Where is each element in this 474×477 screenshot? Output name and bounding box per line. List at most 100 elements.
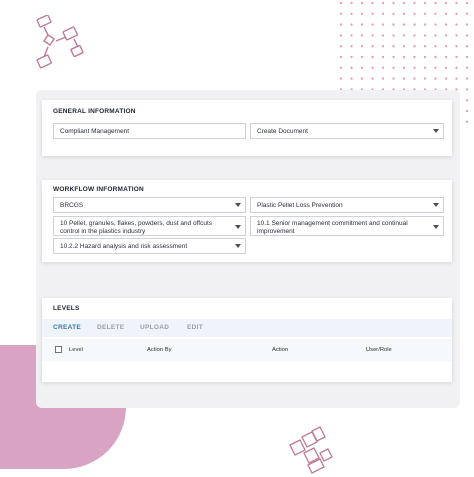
decor-dot [434, 45, 437, 48]
decor-dot [392, 66, 395, 70]
decor-dot [339, 23, 343, 26]
workflow-information-title: WORKFLOW INFORMATION [53, 186, 144, 193]
decor-dot [465, 45, 469, 48]
decor-dot [381, 45, 385, 48]
decor-dot [371, 12, 374, 15]
decor-dot [392, 45, 395, 48]
decor-dot [413, 23, 416, 26]
section-select[interactable]: 10 Pellet, granules, flakes, powders, du… [53, 216, 246, 236]
program-select[interactable]: Plastic Pellet Loss Prevention [250, 197, 444, 213]
decor-dot [339, 66, 343, 70]
subclause-select[interactable]: 10.2.2 Hazard analysis and risk assessme… [53, 238, 246, 254]
decor-dot [444, 34, 448, 37]
decor-dot [434, 77, 437, 80]
decor-dot [381, 55, 385, 59]
chevron-down-icon [235, 203, 241, 207]
decor-dot [413, 1, 416, 5]
decor-dot [465, 23, 469, 26]
decor-dot [350, 12, 353, 15]
decor-dot [455, 34, 458, 37]
decor-dot [371, 45, 374, 48]
compliant-management-field[interactable]: Compliant Management [53, 123, 246, 139]
workflow-information-section: WORKFLOW INFORMATION BRCGS Plastic Pelle… [42, 180, 452, 262]
decor-dot [339, 34, 343, 37]
decor-dot [360, 12, 364, 15]
decor-dot [392, 55, 395, 59]
decor-dot [350, 23, 353, 26]
decor-dot [434, 12, 437, 15]
decor-dot [423, 12, 427, 15]
decor-dot [402, 55, 406, 59]
decor-dot [381, 12, 385, 15]
column-user-role: User/Role [366, 347, 392, 353]
flowchart-icon [36, 15, 84, 69]
decor-dot [444, 23, 448, 26]
section-value: 10 Pellet, granules, flakes, powders, du… [60, 220, 212, 235]
decor-dot [465, 66, 469, 70]
decor-dot [339, 55, 343, 59]
decor-dot [465, 109, 469, 113]
decor-dot [413, 12, 416, 15]
decor-dot [392, 12, 395, 15]
decor-dot [413, 34, 416, 37]
chevron-down-icon [235, 225, 241, 229]
decor-dot [392, 34, 395, 37]
decor-dot [392, 77, 395, 80]
decor-dot [465, 99, 469, 102]
compliant-management-value: Compliant Management [60, 128, 130, 135]
decor-dot [465, 12, 469, 15]
general-information-title: GENERAL INFORMATION [53, 108, 136, 115]
decor-dot [423, 77, 427, 80]
decor-dot [360, 1, 364, 5]
select-all-checkbox[interactable] [55, 346, 62, 353]
decor-dot [360, 23, 364, 26]
decor-dot [371, 77, 374, 80]
decor-dot [455, 45, 458, 48]
decor-dot [423, 1, 427, 5]
decor-dot [423, 66, 427, 70]
decor-dot [413, 45, 416, 48]
decor-dot [434, 23, 437, 26]
upload-button[interactable]: UPLOAD [140, 324, 169, 331]
decor-dot [402, 34, 406, 37]
chevron-down-icon [235, 244, 241, 248]
decor-dot [371, 66, 374, 70]
decor-dot [444, 66, 448, 70]
decor-dot [434, 66, 437, 70]
decor-dot [371, 55, 374, 59]
standard-select[interactable]: BRCGS [53, 197, 246, 213]
decor-dot [465, 34, 469, 37]
edit-button[interactable]: EDIT [187, 324, 203, 331]
decor-dot [402, 12, 406, 15]
levels-section: LEVELS CREATE DELETE UPLOAD EDIT Level A… [42, 298, 452, 382]
decor-dot [339, 12, 343, 15]
levels-title: LEVELS [53, 305, 80, 312]
decor-dot [423, 55, 427, 59]
decor-dot [465, 1, 469, 5]
decor-dot [350, 77, 353, 80]
decor-dot [465, 120, 469, 124]
levels-toolbar: CREATE DELETE UPLOAD EDIT [42, 319, 452, 337]
delete-button[interactable]: DELETE [97, 324, 124, 331]
chevron-down-icon [433, 225, 439, 229]
decor-dot [455, 66, 458, 70]
decor-dot [381, 23, 385, 26]
decor-dot [402, 66, 406, 70]
document-action-select[interactable]: Create Document [250, 123, 444, 139]
decor-dot [413, 77, 416, 80]
decor-dot [423, 34, 427, 37]
decor-dot [444, 45, 448, 48]
decor-dot [360, 77, 364, 80]
clause-select[interactable]: 10.1 Senior management commitment and co… [250, 216, 444, 236]
decor-dot [360, 55, 364, 59]
decor-dot [350, 1, 353, 5]
decor-dot [392, 23, 395, 26]
decor-dot [444, 55, 448, 59]
create-button[interactable]: CREATE [53, 324, 81, 331]
decor-dot [360, 45, 364, 48]
decor-dot [381, 1, 385, 5]
decor-dot [339, 77, 343, 80]
decor-dot [444, 77, 448, 80]
decor-dot [350, 34, 353, 37]
document-action-value: Create Document [257, 128, 308, 135]
